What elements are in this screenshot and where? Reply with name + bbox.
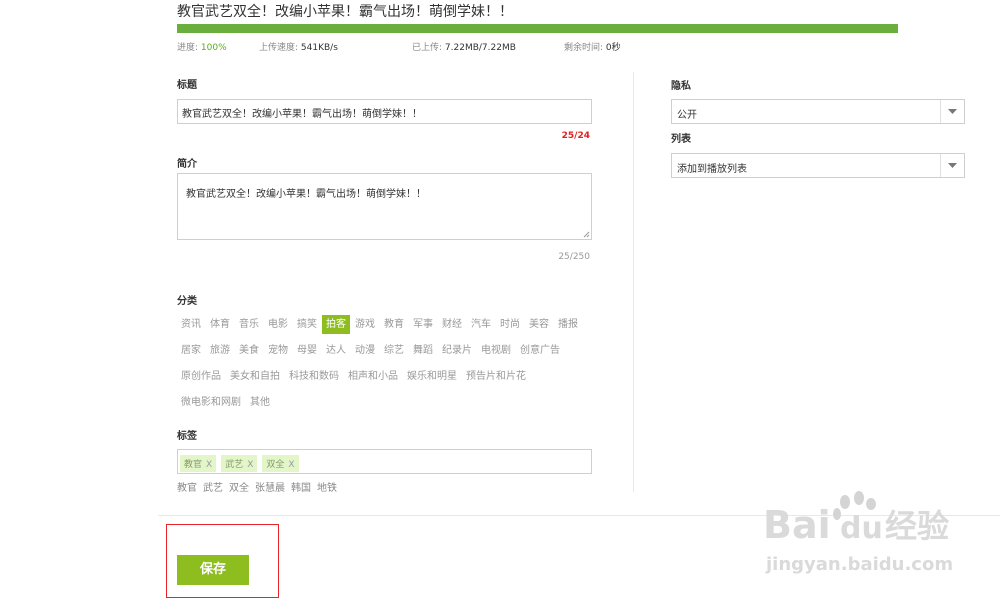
privacy-label: 隐私 <box>671 81 691 92</box>
category-option[interactable]: 其他 <box>246 393 274 412</box>
category-option[interactable]: 创意广告 <box>516 341 564 360</box>
description-textarea[interactable]: 教官武艺双全！改编小苹果！霸气出场！萌倒学妹！！ <box>177 173 592 240</box>
category-option[interactable]: 旅游 <box>206 341 234 360</box>
remaining-stat: 剩余时间: 0秒 <box>564 40 621 53</box>
chevron-down-icon <box>948 109 957 114</box>
speed-label: 上传速度: <box>259 43 299 53</box>
tag-chip: 教官 X <box>180 455 217 472</box>
suggested-tag[interactable]: 双全 <box>229 483 249 494</box>
category-option[interactable]: 达人 <box>322 341 350 360</box>
uploaded-stat: 已上传: 7.22MB/7.22MB <box>412 40 516 53</box>
tag-remove-icon[interactable]: X <box>247 460 253 470</box>
category-option[interactable]: 微电影和网剧 <box>177 393 245 412</box>
category-option[interactable]: 时尚 <box>496 315 524 334</box>
category-option[interactable]: 军事 <box>409 315 437 334</box>
category-option[interactable]: 播报 <box>554 315 582 334</box>
title-counter: 25/24 <box>561 131 590 141</box>
upload-progress-bar <box>177 24 898 33</box>
category-option[interactable]: 音乐 <box>235 315 263 334</box>
category-option[interactable]: 纪录片 <box>438 341 476 360</box>
category-option[interactable]: 汽车 <box>467 315 495 334</box>
playlist-dropdown-button[interactable] <box>940 154 964 177</box>
upload-video-title: 教官武艺双全！改编小苹果！霸气出场！萌倒学妹！！ <box>177 4 513 20</box>
playlist-select-value: 添加到播放列表 <box>677 164 747 175</box>
progress-value: 100% <box>200 43 227 53</box>
upload-progress-fill <box>177 24 898 33</box>
category-option[interactable]: 居家 <box>177 341 205 360</box>
description-counter: 25/250 <box>558 252 590 262</box>
tag-chip-label: 双全 <box>266 460 285 470</box>
category-option[interactable]: 体育 <box>206 315 234 334</box>
tag-chip: 双全 X <box>262 455 299 472</box>
privacy-select[interactable]: 公开 <box>671 99 965 124</box>
speed-stat: 上传速度: 541KB/s <box>259 40 338 53</box>
remaining-value: 0秒 <box>605 43 621 53</box>
category-option[interactable]: 搞笑 <box>293 315 321 334</box>
category-option[interactable]: 预告片和片花 <box>462 367 530 386</box>
playlist-label: 列表 <box>671 134 691 145</box>
category-option[interactable]: 动漫 <box>351 341 379 360</box>
tag-remove-icon[interactable]: X <box>288 460 294 470</box>
baidu-jingyan-watermark: Bai du 经验 jingyan.baidu.com <box>763 491 953 575</box>
category-option[interactable]: 财经 <box>438 315 466 334</box>
category-list: 资讯 体育 音乐 电影 搞笑 拍客 游戏 教育 军事 财经 汽车 时尚 美容 播报居家 旅游 美食 宠物 母婴 达人… <box>177 312 597 416</box>
tag-remove-icon[interactable]: X <box>206 460 212 470</box>
category-option[interactable]: 母婴 <box>293 341 321 360</box>
progress-label: 进度: <box>177 43 199 53</box>
category-option[interactable]: 综艺 <box>380 341 408 360</box>
uploaded-value: 7.22MB/7.22MB <box>444 43 516 53</box>
category-option[interactable]: 游戏 <box>351 315 379 334</box>
progress-stat: 进度: 100% <box>177 40 227 53</box>
tags-input[interactable]: 教官 X 武艺 X 双全 X <box>177 449 592 474</box>
watermark-url: jingyan.baidu.com <box>765 554 953 575</box>
category-label: 分类 <box>177 296 197 307</box>
suggested-tag[interactable]: 教官 <box>177 483 197 494</box>
category-option[interactable]: 教育 <box>380 315 408 334</box>
suggested-tag[interactable]: 武艺 <box>203 483 223 494</box>
uploaded-label: 已上传: <box>412 43 443 53</box>
suggested-tag[interactable]: 韩国 <box>291 483 311 494</box>
playlist-select[interactable]: 添加到播放列表 <box>671 153 965 178</box>
title-input[interactable]: 教官武艺双全！改编小苹果！霸气出场！萌倒学妹！！ <box>177 99 592 124</box>
category-option[interactable]: 电视剧 <box>477 341 515 360</box>
column-divider <box>633 72 634 492</box>
category-option[interactable]: 舞蹈 <box>409 341 437 360</box>
remaining-label: 剩余时间: <box>564 43 604 53</box>
category-option[interactable]: 娱乐和明星 <box>403 367 461 386</box>
category-option[interactable]: 美容 <box>525 315 553 334</box>
title-input-value: 教官武艺双全！改编小苹果！霸气出场！萌倒学妹！！ <box>182 109 422 120</box>
description-label: 简介 <box>177 159 197 170</box>
category-option[interactable]: 宠物 <box>264 341 292 360</box>
title-label: 标题 <box>177 80 197 91</box>
privacy-select-value: 公开 <box>677 110 697 121</box>
speed-value: 541KB/s <box>300 43 338 53</box>
category-option[interactable]: 电影 <box>264 315 292 334</box>
tags-label: 标签 <box>177 431 197 442</box>
privacy-dropdown-button[interactable] <box>940 100 964 123</box>
watermark-brand-du: du <box>840 511 883 546</box>
suggested-tag[interactable]: 地铁 <box>317 483 337 494</box>
tag-chip-label: 武艺 <box>225 460 244 470</box>
tag-chip: 武艺 X <box>221 455 258 472</box>
description-value: 教官武艺双全！改编小苹果！霸气出场！萌倒学妹！！ <box>186 189 426 200</box>
category-option[interactable]: 资讯 <box>177 315 205 334</box>
tag-chip-label: 教官 <box>184 460 203 470</box>
suggested-tag[interactable]: 张慧晨 <box>255 483 285 494</box>
resize-handle-icon[interactable] <box>583 231 590 238</box>
category-option[interactable]: 美女和自拍 <box>226 367 284 386</box>
category-option[interactable]: 拍客 <box>322 315 350 334</box>
category-option[interactable]: 原创作品 <box>177 367 225 386</box>
category-option[interactable]: 科技和数码 <box>285 367 343 386</box>
save-button[interactable]: 保存 <box>177 555 249 585</box>
tag-chip-list: 教官 X 武艺 X 双全 X <box>180 452 304 472</box>
watermark-brand: Bai <box>763 503 831 547</box>
suggested-tags: 教官 武艺 双全 张慧晨 韩国 地铁 <box>177 476 343 495</box>
category-option[interactable]: 相声和小品 <box>344 367 402 386</box>
category-option[interactable]: 美食 <box>235 341 263 360</box>
chevron-down-icon <box>948 163 957 168</box>
watermark-cn: 经验 <box>885 507 949 545</box>
